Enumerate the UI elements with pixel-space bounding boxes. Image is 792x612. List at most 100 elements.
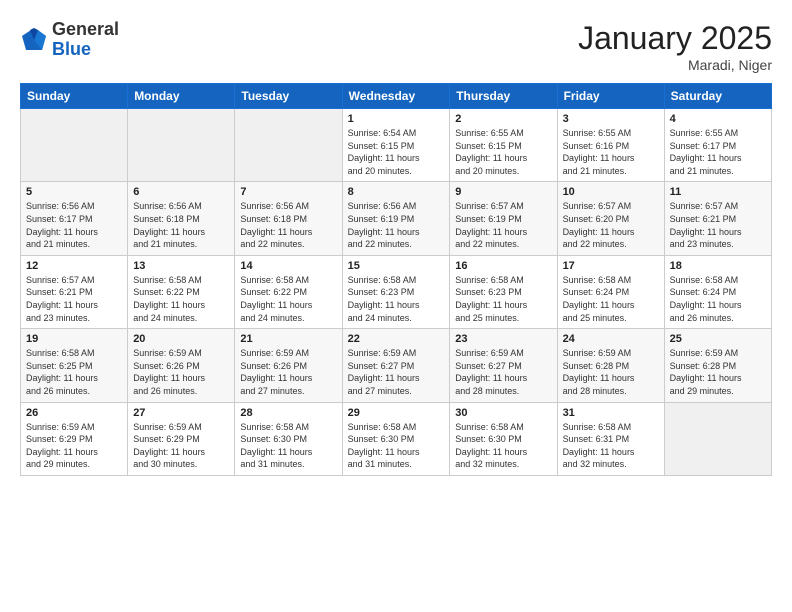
day-number: 4 bbox=[670, 113, 766, 125]
weekday-header: Friday bbox=[557, 84, 664, 109]
weekday-header: Saturday bbox=[664, 84, 771, 109]
calendar-cell: 17Sunrise: 6:58 AM Sunset: 6:24 PM Dayli… bbox=[557, 255, 664, 328]
day-number: 2 bbox=[455, 113, 551, 125]
day-info: Sunrise: 6:57 AM Sunset: 6:21 PM Dayligh… bbox=[26, 274, 122, 324]
day-number: 10 bbox=[563, 186, 659, 198]
day-number: 22 bbox=[348, 333, 445, 345]
logo-text: General Blue bbox=[52, 20, 119, 60]
day-number: 15 bbox=[348, 260, 445, 272]
day-info: Sunrise: 6:58 AM Sunset: 6:24 PM Dayligh… bbox=[670, 274, 766, 324]
day-number: 29 bbox=[348, 407, 445, 419]
day-info: Sunrise: 6:59 AM Sunset: 6:29 PM Dayligh… bbox=[133, 421, 229, 471]
day-number: 13 bbox=[133, 260, 229, 272]
day-info: Sunrise: 6:58 AM Sunset: 6:30 PM Dayligh… bbox=[348, 421, 445, 471]
page: General Blue January 2025 Maradi, Niger … bbox=[0, 0, 792, 612]
calendar-cell: 27 Sunrise: 6:59 AM Sunset: 6:29 PM Dayli… bbox=[128, 402, 235, 475]
calendar-cell: 24 Sunrise: 6:59 AM Sunset: 6:28 PM Dayli… bbox=[557, 329, 664, 402]
calendar-cell: 26Sunrise: 6:59 AM Sunset: 6:29 PM Dayli… bbox=[21, 402, 128, 475]
weekday-header-row: SundayMondayTuesdayWednesdayThursdayFrid… bbox=[21, 84, 772, 109]
day-info: Sunrise: 6:57 AM Sunset: 6:21 PM Dayligh… bbox=[670, 200, 766, 250]
day-info: Sunrise: 6:59 AM Sunset: 6:26 PM Dayligh… bbox=[133, 347, 229, 397]
calendar-week-row: 26Sunrise: 6:59 AM Sunset: 6:29 PM Dayli… bbox=[21, 402, 772, 475]
day-info: Sunrise: 6:56 AM Sunset: 6:17 PM Dayligh… bbox=[26, 200, 122, 250]
day-info: Sunrise: 6:59 AM Sunset: 6:28 PM Dayligh… bbox=[670, 347, 766, 397]
calendar-cell: 12 Sunrise: 6:57 AM Sunset: 6:21 PM Dayli… bbox=[21, 255, 128, 328]
day-number: 31 bbox=[563, 407, 659, 419]
calendar-cell: 13Sunrise: 6:58 AM Sunset: 6:22 PM Dayli… bbox=[128, 255, 235, 328]
day-number: 12 bbox=[26, 260, 122, 272]
calendar-cell: 14Sunrise: 6:58 AM Sunset: 6:22 PM Dayli… bbox=[235, 255, 342, 328]
calendar-cell: 29 Sunrise: 6:58 AM Sunset: 6:30 PM Dayli… bbox=[342, 402, 450, 475]
day-number: 27 bbox=[133, 407, 229, 419]
day-info: Sunrise: 6:58 AM Sunset: 6:30 PM Dayligh… bbox=[240, 421, 336, 471]
day-number: 7 bbox=[240, 186, 336, 198]
calendar-cell bbox=[664, 402, 771, 475]
day-number: 25 bbox=[670, 333, 766, 345]
day-number: 16 bbox=[455, 260, 551, 272]
title-block: January 2025 Maradi, Niger bbox=[578, 20, 772, 73]
calendar-week-row: 5 Sunrise: 6:56 AM Sunset: 6:17 PM Daylig… bbox=[21, 182, 772, 255]
calendar-week-row: 1 Sunrise: 6:54 AM Sunset: 6:15 PM Daylig… bbox=[21, 109, 772, 182]
calendar-cell: 22 Sunrise: 6:59 AM Sunset: 6:27 PM Dayli… bbox=[342, 329, 450, 402]
calendar-cell bbox=[21, 109, 128, 182]
calendar-cell: 3 Sunrise: 6:55 AM Sunset: 6:16 PM Daylig… bbox=[557, 109, 664, 182]
calendar-cell: 31 Sunrise: 6:58 AM Sunset: 6:31 PM Dayli… bbox=[557, 402, 664, 475]
day-info: Sunrise: 6:59 AM Sunset: 6:27 PM Dayligh… bbox=[455, 347, 551, 397]
day-info: Sunrise: 6:58 AM Sunset: 6:23 PM Dayligh… bbox=[455, 274, 551, 324]
calendar-cell: 5 Sunrise: 6:56 AM Sunset: 6:17 PM Daylig… bbox=[21, 182, 128, 255]
day-info: Sunrise: 6:54 AM Sunset: 6:15 PM Dayligh… bbox=[348, 127, 445, 177]
calendar-cell: 9 Sunrise: 6:57 AM Sunset: 6:19 PM Daylig… bbox=[450, 182, 557, 255]
day-info: Sunrise: 6:59 AM Sunset: 6:27 PM Dayligh… bbox=[348, 347, 445, 397]
calendar-cell: 18Sunrise: 6:58 AM Sunset: 6:24 PM Dayli… bbox=[664, 255, 771, 328]
calendar-week-row: 19Sunrise: 6:58 AM Sunset: 6:25 PM Dayli… bbox=[21, 329, 772, 402]
day-number: 3 bbox=[563, 113, 659, 125]
calendar-cell: 10Sunrise: 6:57 AM Sunset: 6:20 PM Dayli… bbox=[557, 182, 664, 255]
weekday-header: Tuesday bbox=[235, 84, 342, 109]
calendar-cell: 30 Sunrise: 6:58 AM Sunset: 6:30 PM Dayli… bbox=[450, 402, 557, 475]
weekday-header: Monday bbox=[128, 84, 235, 109]
day-info: Sunrise: 6:58 AM Sunset: 6:30 PM Dayligh… bbox=[455, 421, 551, 471]
day-number: 5 bbox=[26, 186, 122, 198]
calendar-cell: 16 Sunrise: 6:58 AM Sunset: 6:23 PM Dayli… bbox=[450, 255, 557, 328]
day-info: Sunrise: 6:59 AM Sunset: 6:26 PM Dayligh… bbox=[240, 347, 336, 397]
day-number: 24 bbox=[563, 333, 659, 345]
day-number: 9 bbox=[455, 186, 551, 198]
weekday-header: Wednesday bbox=[342, 84, 450, 109]
calendar-cell: 8Sunrise: 6:56 AM Sunset: 6:19 PM Daylig… bbox=[342, 182, 450, 255]
calendar-cell: 11 Sunrise: 6:57 AM Sunset: 6:21 PM Dayli… bbox=[664, 182, 771, 255]
day-number: 21 bbox=[240, 333, 336, 345]
day-number: 28 bbox=[240, 407, 336, 419]
header: General Blue January 2025 Maradi, Niger bbox=[20, 20, 772, 73]
calendar: SundayMondayTuesdayWednesdayThursdayFrid… bbox=[20, 83, 772, 476]
day-info: Sunrise: 6:58 AM Sunset: 6:23 PM Dayligh… bbox=[348, 274, 445, 324]
day-info: Sunrise: 6:59 AM Sunset: 6:28 PM Dayligh… bbox=[563, 347, 659, 397]
day-info: Sunrise: 6:58 AM Sunset: 6:25 PM Dayligh… bbox=[26, 347, 122, 397]
weekday-header: Sunday bbox=[21, 84, 128, 109]
calendar-cell: 4Sunrise: 6:55 AM Sunset: 6:17 PM Daylig… bbox=[664, 109, 771, 182]
day-number: 30 bbox=[455, 407, 551, 419]
calendar-cell: 19Sunrise: 6:58 AM Sunset: 6:25 PM Dayli… bbox=[21, 329, 128, 402]
calendar-cell bbox=[128, 109, 235, 182]
calendar-cell: 6 Sunrise: 6:56 AM Sunset: 6:18 PM Daylig… bbox=[128, 182, 235, 255]
logo-blue-text: Blue bbox=[52, 39, 91, 59]
day-info: Sunrise: 6:58 AM Sunset: 6:24 PM Dayligh… bbox=[563, 274, 659, 324]
day-info: Sunrise: 6:55 AM Sunset: 6:15 PM Dayligh… bbox=[455, 127, 551, 177]
day-number: 20 bbox=[133, 333, 229, 345]
day-info: Sunrise: 6:55 AM Sunset: 6:16 PM Dayligh… bbox=[563, 127, 659, 177]
day-number: 6 bbox=[133, 186, 229, 198]
calendar-cell bbox=[235, 109, 342, 182]
day-info: Sunrise: 6:57 AM Sunset: 6:19 PM Dayligh… bbox=[455, 200, 551, 250]
calendar-week-row: 12 Sunrise: 6:57 AM Sunset: 6:21 PM Dayli… bbox=[21, 255, 772, 328]
location: Maradi, Niger bbox=[578, 57, 772, 73]
day-info: Sunrise: 6:58 AM Sunset: 6:31 PM Dayligh… bbox=[563, 421, 659, 471]
calendar-cell: 28 Sunrise: 6:58 AM Sunset: 6:30 PM Dayli… bbox=[235, 402, 342, 475]
day-info: Sunrise: 6:59 AM Sunset: 6:29 PM Dayligh… bbox=[26, 421, 122, 471]
day-number: 1 bbox=[348, 113, 445, 125]
day-info: Sunrise: 6:56 AM Sunset: 6:18 PM Dayligh… bbox=[133, 200, 229, 250]
day-info: Sunrise: 6:56 AM Sunset: 6:18 PM Dayligh… bbox=[240, 200, 336, 250]
day-info: Sunrise: 6:58 AM Sunset: 6:22 PM Dayligh… bbox=[240, 274, 336, 324]
weekday-header: Thursday bbox=[450, 84, 557, 109]
day-number: 23 bbox=[455, 333, 551, 345]
day-number: 11 bbox=[670, 186, 766, 198]
calendar-cell: 2 Sunrise: 6:55 AM Sunset: 6:15 PM Daylig… bbox=[450, 109, 557, 182]
